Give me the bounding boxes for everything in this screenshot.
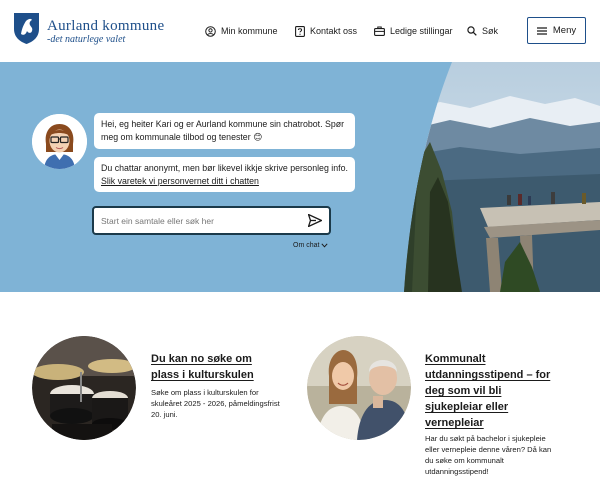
menu-button[interactable]: Meny [527, 17, 586, 44]
site-header: Aurland kommune -det naturlege valet Min… [0, 0, 600, 62]
nav-sok[interactable]: Søk [467, 24, 498, 38]
chevron-down-icon [321, 243, 329, 248]
nurse-with-patient-image[interactable] [307, 336, 411, 440]
send-icon[interactable] [308, 214, 322, 227]
nav-label: Min kommune [221, 26, 278, 36]
hamburger-icon [536, 26, 547, 35]
nav-label: Kontakt oss [310, 26, 358, 36]
nav-min-kommune[interactable]: Min kommune [205, 24, 278, 38]
chat-bubble-greeting: Hei, eg heiter Kari og er Aurland kommun… [94, 113, 355, 149]
nav-ledige-stillingar[interactable]: Ledige stillingar [374, 24, 453, 38]
chat-search-box [92, 206, 331, 235]
chat-search-input[interactable] [101, 215, 301, 226]
question-square-icon [295, 25, 305, 37]
privacy-text: Du chattar anonymt, men bør likevel ikkj… [101, 163, 348, 173]
chatbot-avatar [32, 114, 87, 169]
search-icon [467, 26, 477, 36]
om-chat-label: Om chat [293, 242, 320, 249]
privacy-link[interactable]: Slik varetek vi personvernet ditt i chat… [101, 176, 259, 186]
chat-bubble-privacy: Du chattar anonymt, men bør likevel ikkj… [94, 157, 355, 192]
nav-label: Søk [482, 26, 499, 36]
user-circle-icon [205, 25, 216, 37]
menu-label: Meny [552, 25, 577, 36]
om-chat-toggle[interactable]: Om chat [293, 242, 329, 249]
brand-tagline: -det naturlege valet [47, 34, 126, 45]
nav-kontakt-oss[interactable]: Kontakt oss [295, 24, 357, 38]
nav-label: Ledige stillingar [390, 26, 453, 36]
drum-kit-image[interactable] [32, 336, 136, 440]
card-title-kulturskulen[interactable]: Du kan no søke om plass i kulturskulen [151, 351, 281, 383]
hero-banner: Hei, eg heiter Kari og er Aurland kommun… [0, 62, 600, 292]
aurland-coat-of-arms-logo[interactable] [13, 12, 40, 45]
card-text-kulturskulen: Søke om plass i kulturskulen for skuleår… [151, 388, 280, 419]
brand-name: Aurland kommune [47, 18, 165, 34]
card-text-utdanningsstipend: Har du søkt på bachelor i sjukepleie ell… [425, 434, 552, 476]
card-title-utdanningsstipend[interactable]: Kommunalt utdanningsstipend – for deg so… [425, 351, 555, 431]
briefcase-icon [374, 26, 385, 36]
brand[interactable]: Aurland kommune -det naturlege valet [47, 18, 164, 45]
